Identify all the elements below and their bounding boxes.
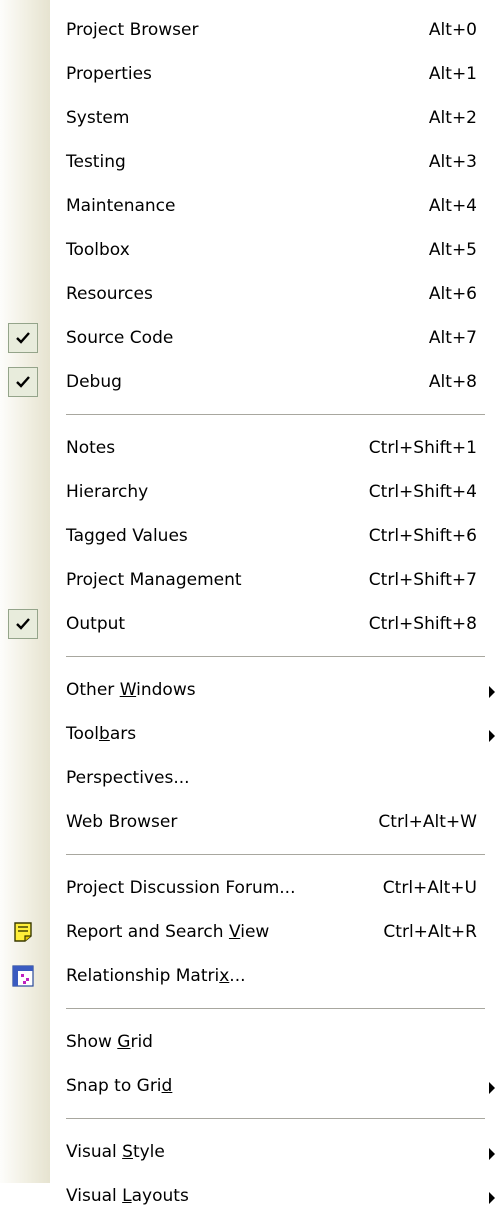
menu-item-label: Show Grid xyxy=(66,1032,153,1052)
menu-item-label: Visual Layouts xyxy=(66,1186,189,1206)
menu-item-shortcut: Alt+1 xyxy=(428,64,477,84)
menu-item-testing[interactable]: Testing Alt+3 xyxy=(0,141,495,185)
menu-items: Project Browser Alt+0 Properties Alt+1 S… xyxy=(0,9,495,1219)
menu-item-hierarchy[interactable]: Hierarchy Ctrl+Shift+4 xyxy=(0,471,495,515)
menu-item-shortcut: Ctrl+Alt+U xyxy=(382,878,477,898)
menu-item-toolbox[interactable]: Toolbox Alt+5 xyxy=(0,229,495,273)
menu-item-label: Output xyxy=(66,614,126,634)
menu-item-shortcut: Ctrl+Shift+7 xyxy=(368,570,477,590)
submenu-arrow-icon xyxy=(489,686,495,698)
menu-item-shortcut: Alt+7 xyxy=(428,328,477,348)
menu-item-label: System xyxy=(66,108,130,128)
menu-item-perspectives[interactable]: Perspectives... xyxy=(0,757,495,801)
menu-item-label: Report and Search View xyxy=(66,922,270,942)
menu-item-snap-to-grid[interactable]: Snap to Grid xyxy=(0,1065,495,1109)
submenu-arrow-icon xyxy=(489,1148,495,1160)
menu-item-label: Toolbars xyxy=(66,724,137,744)
menu-separator xyxy=(0,845,495,867)
menu-item-label: Maintenance xyxy=(66,196,176,216)
menu-item-shortcut: Ctrl+Shift+6 xyxy=(368,526,477,546)
menu-item-shortcut: Ctrl+Alt+W xyxy=(378,812,477,832)
view-menu: Project Browser Alt+0 Properties Alt+1 S… xyxy=(0,0,495,1206)
menu-item-shortcut: Ctrl+Shift+1 xyxy=(368,438,477,458)
matrix-icon xyxy=(12,965,34,987)
menu-item-shortcut: Ctrl+Shift+4 xyxy=(368,482,477,502)
menu-item-shortcut: Alt+8 xyxy=(428,372,477,392)
menu-item-shortcut: Alt+6 xyxy=(428,284,477,304)
menu-item-visual-style[interactable]: Visual Style xyxy=(0,1131,495,1175)
menu-item-web-browser[interactable]: Web Browser Ctrl+Alt+W xyxy=(0,801,495,845)
menu-separator xyxy=(0,647,495,669)
menu-item-label: Testing xyxy=(66,152,126,172)
menu-item-show-grid[interactable]: Show Grid xyxy=(0,1021,495,1065)
menu-separator xyxy=(0,1109,495,1131)
submenu-arrow-icon xyxy=(489,730,495,742)
submenu-arrow-icon xyxy=(489,1192,495,1204)
menu-item-label: Other Windows xyxy=(66,680,196,700)
checkmark-icon xyxy=(8,609,38,639)
menu-item-label: Resources xyxy=(66,284,153,304)
menu-item-label: Web Browser xyxy=(66,812,178,832)
menu-item-notes[interactable]: Notes Ctrl+Shift+1 xyxy=(0,427,495,471)
menu-item-system[interactable]: System Alt+2 xyxy=(0,97,495,141)
menu-item-label: Visual Style xyxy=(66,1142,165,1162)
menu-item-shortcut: Alt+0 xyxy=(428,20,477,40)
submenu-arrow-icon xyxy=(489,1082,495,1094)
menu-item-visual-layouts[interactable]: Visual Layouts xyxy=(0,1175,495,1219)
menu-item-label: Notes xyxy=(66,438,116,458)
checkmark-icon xyxy=(8,323,38,353)
menu-item-source-code[interactable]: Source Code Alt+7 xyxy=(0,317,495,361)
menu-item-label: Project Discussion Forum... xyxy=(66,878,296,898)
menu-item-label: Snap to Grid xyxy=(66,1076,173,1096)
menu-item-label: Project Browser xyxy=(66,20,199,40)
checkmark-icon xyxy=(8,367,38,397)
menu-item-label: Tagged Values xyxy=(66,526,188,546)
menu-item-resources[interactable]: Resources Alt+6 xyxy=(0,273,495,317)
menu-item-shortcut: Ctrl+Shift+8 xyxy=(368,614,477,634)
menu-item-label: Properties xyxy=(66,64,152,84)
menu-separator xyxy=(0,999,495,1021)
menu-item-maintenance[interactable]: Maintenance Alt+4 xyxy=(0,185,495,229)
menu-item-shortcut: Alt+4 xyxy=(428,196,477,216)
menu-item-properties[interactable]: Properties Alt+1 xyxy=(0,53,495,97)
menu-item-output[interactable]: Output Ctrl+Shift+8 xyxy=(0,603,495,647)
menu-item-label: Project Management xyxy=(66,570,242,590)
menu-item-shortcut: Ctrl+Alt+R xyxy=(383,922,477,942)
menu-item-shortcut: Alt+2 xyxy=(428,108,477,128)
menu-item-label: Debug xyxy=(66,372,122,392)
menu-item-shortcut: Alt+3 xyxy=(428,152,477,172)
menu-item-label: Perspectives... xyxy=(66,768,190,788)
report-icon xyxy=(12,921,34,943)
menu-item-label: Relationship Matrix... xyxy=(66,966,246,986)
menu-item-relationship-matrix[interactable]: Relationship Matrix... xyxy=(0,955,495,999)
menu-item-label: Hierarchy xyxy=(66,482,149,502)
menu-item-shortcut: Alt+5 xyxy=(428,240,477,260)
menu-item-tagged-values[interactable]: Tagged Values Ctrl+Shift+6 xyxy=(0,515,495,559)
menu-item-project-management[interactable]: Project Management Ctrl+Shift+7 xyxy=(0,559,495,603)
menu-item-report-and-search-view[interactable]: Report and Search View Ctrl+Alt+R xyxy=(0,911,495,955)
menu-item-debug[interactable]: Debug Alt+8 xyxy=(0,361,495,405)
menu-item-label: Toolbox xyxy=(66,240,130,260)
menu-item-label: Source Code xyxy=(66,328,174,348)
menu-item-project-discussion-forum[interactable]: Project Discussion Forum... Ctrl+Alt+U xyxy=(0,867,495,911)
menu-item-other-windows[interactable]: Other Windows xyxy=(0,669,495,713)
menu-separator xyxy=(0,405,495,427)
menu-item-project-browser[interactable]: Project Browser Alt+0 xyxy=(0,9,495,53)
menu-item-toolbars[interactable]: Toolbars xyxy=(0,713,495,757)
